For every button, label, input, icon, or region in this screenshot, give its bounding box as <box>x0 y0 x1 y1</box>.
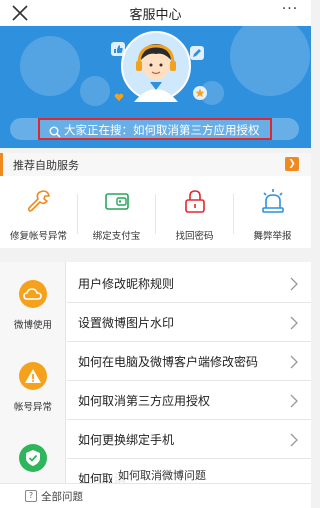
chevron-right-icon <box>289 354 299 369</box>
more-options-icon[interactable]: ··· <box>279 2 301 20</box>
question-icon: ? <box>25 490 37 502</box>
chevron-right-icon[interactable]: ❯ <box>285 157 299 171</box>
service-agent-avatar <box>120 30 192 102</box>
service-label: 舞弊举报 <box>253 231 292 242</box>
star-icon <box>193 86 207 100</box>
service-label: 修复帐号异常 <box>9 231 67 242</box>
chevron-right-icon <box>289 276 299 291</box>
recommend-label: 推荐自助服务 <box>13 159 79 172</box>
heart-icon <box>114 93 124 101</box>
chevron-right-icon <box>289 432 299 447</box>
list-item[interactable]: 如何取消第三方应用授权 <box>67 381 311 420</box>
question-label: 用户修改昵称规则 <box>78 277 175 291</box>
question-label: 如何取消第三方应用授权 <box>78 394 211 408</box>
cloud-icon <box>19 280 47 308</box>
category-weibo-usage[interactable]: 微博使用 <box>0 262 66 344</box>
bottom-toolbar[interactable]: ? 全部问题 <box>0 483 311 508</box>
category-column: 微博使用 帐号异常 <box>0 262 66 508</box>
customer-service-page: 客服中心 ··· 大家正在搜：如何取消第三方应用授权 推荐自助服务 ❯ 修复帐号… <box>0 0 311 508</box>
hero-banner: 大家正在搜：如何取消第三方应用授权 <box>0 26 311 148</box>
list-item[interactable]: 如何在电脑及微博客户端修改密码 <box>67 342 311 381</box>
alarm-icon <box>260 188 286 214</box>
page-title: 客服中心 <box>129 8 182 23</box>
self-service-grid: 修复帐号异常 绑定支付宝 找回密码 舞弊举报 <box>0 176 311 248</box>
question-label: 如何在电脑及微博客户端修改密码 <box>78 355 259 369</box>
all-questions-link[interactable]: 全部问题 <box>41 489 83 504</box>
service-recover-password[interactable]: 找回密码 <box>156 176 233 248</box>
service-label: 绑定支付宝 <box>92 231 141 242</box>
category-label: 帐号异常 <box>13 402 52 413</box>
service-label: 找回密码 <box>175 231 214 242</box>
chevron-right-icon <box>289 393 299 408</box>
question-label: 如何更换绑定手机 <box>78 433 175 447</box>
category-account-issue[interactable]: 帐号异常 <box>0 344 66 426</box>
service-bind-alipay[interactable]: 绑定支付宝 <box>78 176 155 248</box>
chevron-right-icon <box>289 315 299 330</box>
list-item[interactable]: 如何更换绑定手机 <box>67 420 311 459</box>
service-fraud-report[interactable]: 舞弊举报 <box>234 176 311 248</box>
warning-icon <box>19 362 47 390</box>
wrench-icon <box>26 188 52 214</box>
edit-icon <box>190 46 204 60</box>
thumbs-up-icon <box>111 42 125 56</box>
list-item[interactable]: 设置微博图片水印 <box>67 303 311 342</box>
list-item[interactable]: 用户修改昵称规则 <box>67 264 311 303</box>
search-suggestion[interactable]: 大家正在搜：如何取消第三方应用授权 <box>64 122 260 138</box>
service-fix-account[interactable]: 修复帐号异常 <box>0 176 77 248</box>
top-bar: 客服中心 ··· <box>0 0 311 26</box>
shield-icon <box>19 444 47 472</box>
question-label: 设置微博图片水印 <box>78 316 175 330</box>
wallet-icon <box>104 188 130 214</box>
recommend-header[interactable]: 推荐自助服务 ❯ <box>0 153 311 176</box>
category-label: 微博使用 <box>13 320 52 331</box>
lock-icon <box>182 188 208 214</box>
search-icon <box>49 123 61 138</box>
